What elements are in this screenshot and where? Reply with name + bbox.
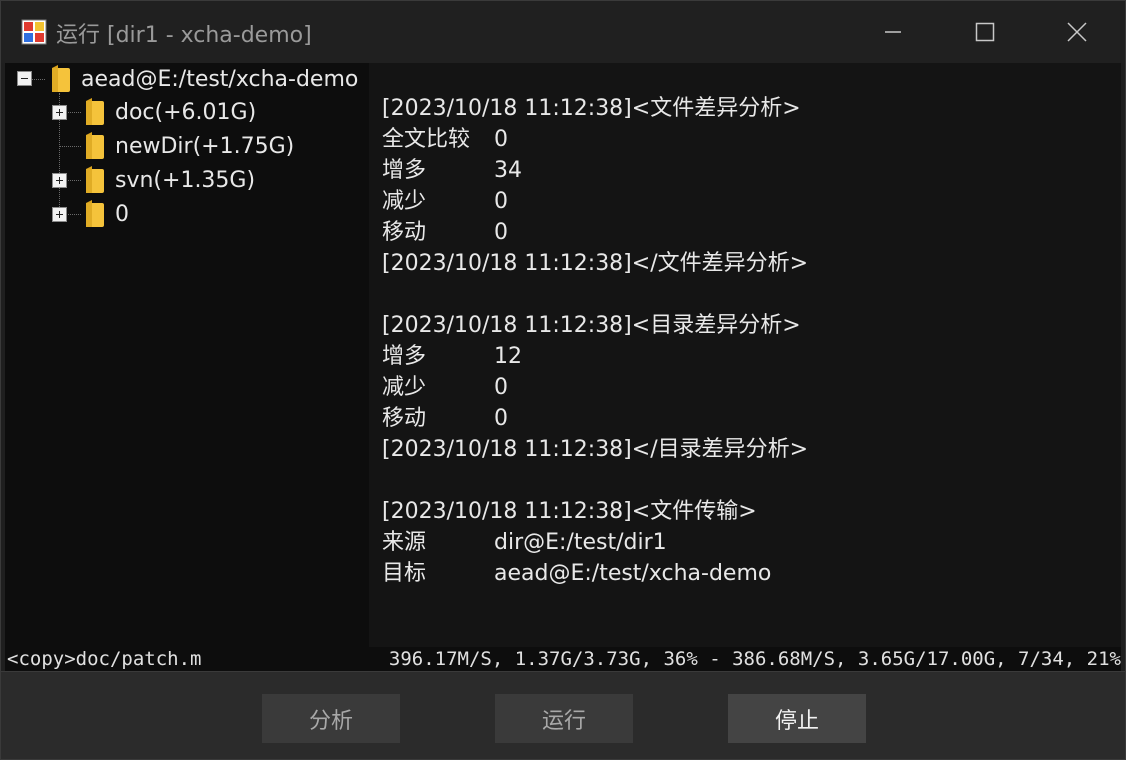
expand-toggle[interactable]: [52, 173, 67, 188]
action-bar: 分析 运行 停止: [1, 671, 1125, 759]
log-value: 0: [494, 375, 508, 400]
expand-toggle[interactable]: [52, 207, 67, 222]
log-value: 34: [494, 158, 522, 183]
tree-item-svn[interactable]: svn(+1.35G): [83, 164, 255, 196]
tree-item-doc[interactable]: doc(+6.01G): [83, 96, 256, 128]
folder-icon: [52, 65, 70, 92]
tree-item-label: svn(+1.35G): [115, 167, 256, 193]
stop-button[interactable]: 停止: [728, 694, 866, 743]
log-spacer: [382, 279, 808, 310]
expand-toggle[interactable]: [52, 105, 67, 120]
log-output[interactable]: [2023/10/18 11:12:38]<文件差异分析> 全文比较 0 增多 34…: [369, 63, 1121, 647]
log-header: [2023/10/18 11:12:38]<目录差异分析>: [382, 313, 801, 338]
log-value: 12: [494, 344, 522, 369]
log-key: 增多: [382, 344, 427, 369]
tree-item-label: doc(+6.01G): [115, 99, 257, 125]
log-row: 全文比较 0: [382, 124, 808, 155]
log-header: [2023/10/18 11:12:38]<文件传输>: [382, 499, 757, 524]
tree-connector: [59, 146, 81, 147]
log-value: 0: [494, 127, 508, 152]
close-icon: [1067, 22, 1087, 42]
run-button[interactable]: 运行: [495, 694, 633, 743]
log-key: 减少: [382, 189, 427, 214]
log-key: 增多: [382, 158, 427, 183]
folder-icon: [86, 200, 104, 227]
log-row: 来源 dir@E:/test/dir1: [382, 527, 808, 558]
maximize-button[interactable]: [939, 1, 1031, 63]
log-key: 来源: [382, 530, 427, 555]
log-key: 全文比较: [382, 127, 471, 152]
log-key: 减少: [382, 375, 427, 400]
analyze-button[interactable]: 分析: [262, 694, 400, 743]
log-row: 目标 aead@E:/test/xcha-demo: [382, 558, 808, 589]
folder-icon: [86, 132, 104, 159]
app-window: 运行 [dir1 - xcha-demo] aead@E:/test/xcha-…: [0, 0, 1126, 760]
log-row: 减少 0: [382, 372, 808, 403]
log-row: 增多 34: [382, 155, 808, 186]
log-footer: [2023/10/18 11:12:38]</目录差异分析>: [382, 437, 809, 462]
tree-item-0[interactable]: 0: [83, 198, 129, 230]
current-file-status: <copy>doc/patch.m: [7, 648, 202, 670]
log-row: 增多 12: [382, 341, 808, 372]
tree-item-label: 0: [115, 201, 129, 227]
tree-item-newdir[interactable]: newDir(+1.75G): [83, 130, 294, 162]
log-text: [2023/10/18 11:12:38]<文件差异分析> 全文比较 0 增多 34…: [382, 93, 808, 589]
log-spacer: [382, 465, 808, 496]
status-bar: <copy>doc/patch.m 396.17M/S, 1.37G/3.73G…: [5, 647, 1121, 671]
log-row: 移动 0: [382, 217, 808, 248]
tree-root-label: aead@E:/test/xcha-demo: [81, 66, 359, 92]
log-row: 移动 0: [382, 403, 808, 434]
log-footer: [2023/10/18 11:12:38]</文件差异分析>: [382, 251, 809, 276]
log-value: dir@E:/test/dir1: [494, 530, 667, 555]
close-button[interactable]: [1031, 1, 1123, 63]
log-key: 移动: [382, 406, 427, 431]
app-window-icon: [21, 19, 47, 45]
folder-icon: [86, 166, 104, 193]
log-value: 0: [494, 220, 508, 245]
log-key: 移动: [382, 220, 427, 245]
tree-root[interactable]: aead@E:/test/xcha-demo: [49, 63, 358, 95]
minimize-icon: [885, 31, 901, 33]
log-value: 0: [494, 189, 508, 214]
log-header: [2023/10/18 11:12:38]<文件差异分析>: [382, 96, 801, 121]
folder-icon: [86, 98, 104, 125]
log-value: aead@E:/test/xcha-demo: [494, 561, 772, 586]
directory-tree[interactable]: aead@E:/test/xcha-demo doc(+6.01G) newDi…: [5, 63, 369, 647]
title-bar[interactable]: 运行 [dir1 - xcha-demo]: [1, 1, 1125, 63]
tree-item-label: newDir(+1.75G): [115, 133, 295, 159]
window-title: 运行 [dir1 - xcha-demo]: [56, 23, 312, 48]
log-value: 0: [494, 406, 508, 431]
log-row: 减少 0: [382, 186, 808, 217]
collapse-toggle[interactable]: [17, 71, 32, 86]
maximize-icon: [975, 22, 995, 42]
minimize-button[interactable]: [847, 1, 939, 63]
transfer-progress-status: 396.17M/S, 1.37G/3.73G, 36% - 386.68M/S,…: [388, 648, 1121, 670]
log-key: 目标: [382, 561, 427, 586]
